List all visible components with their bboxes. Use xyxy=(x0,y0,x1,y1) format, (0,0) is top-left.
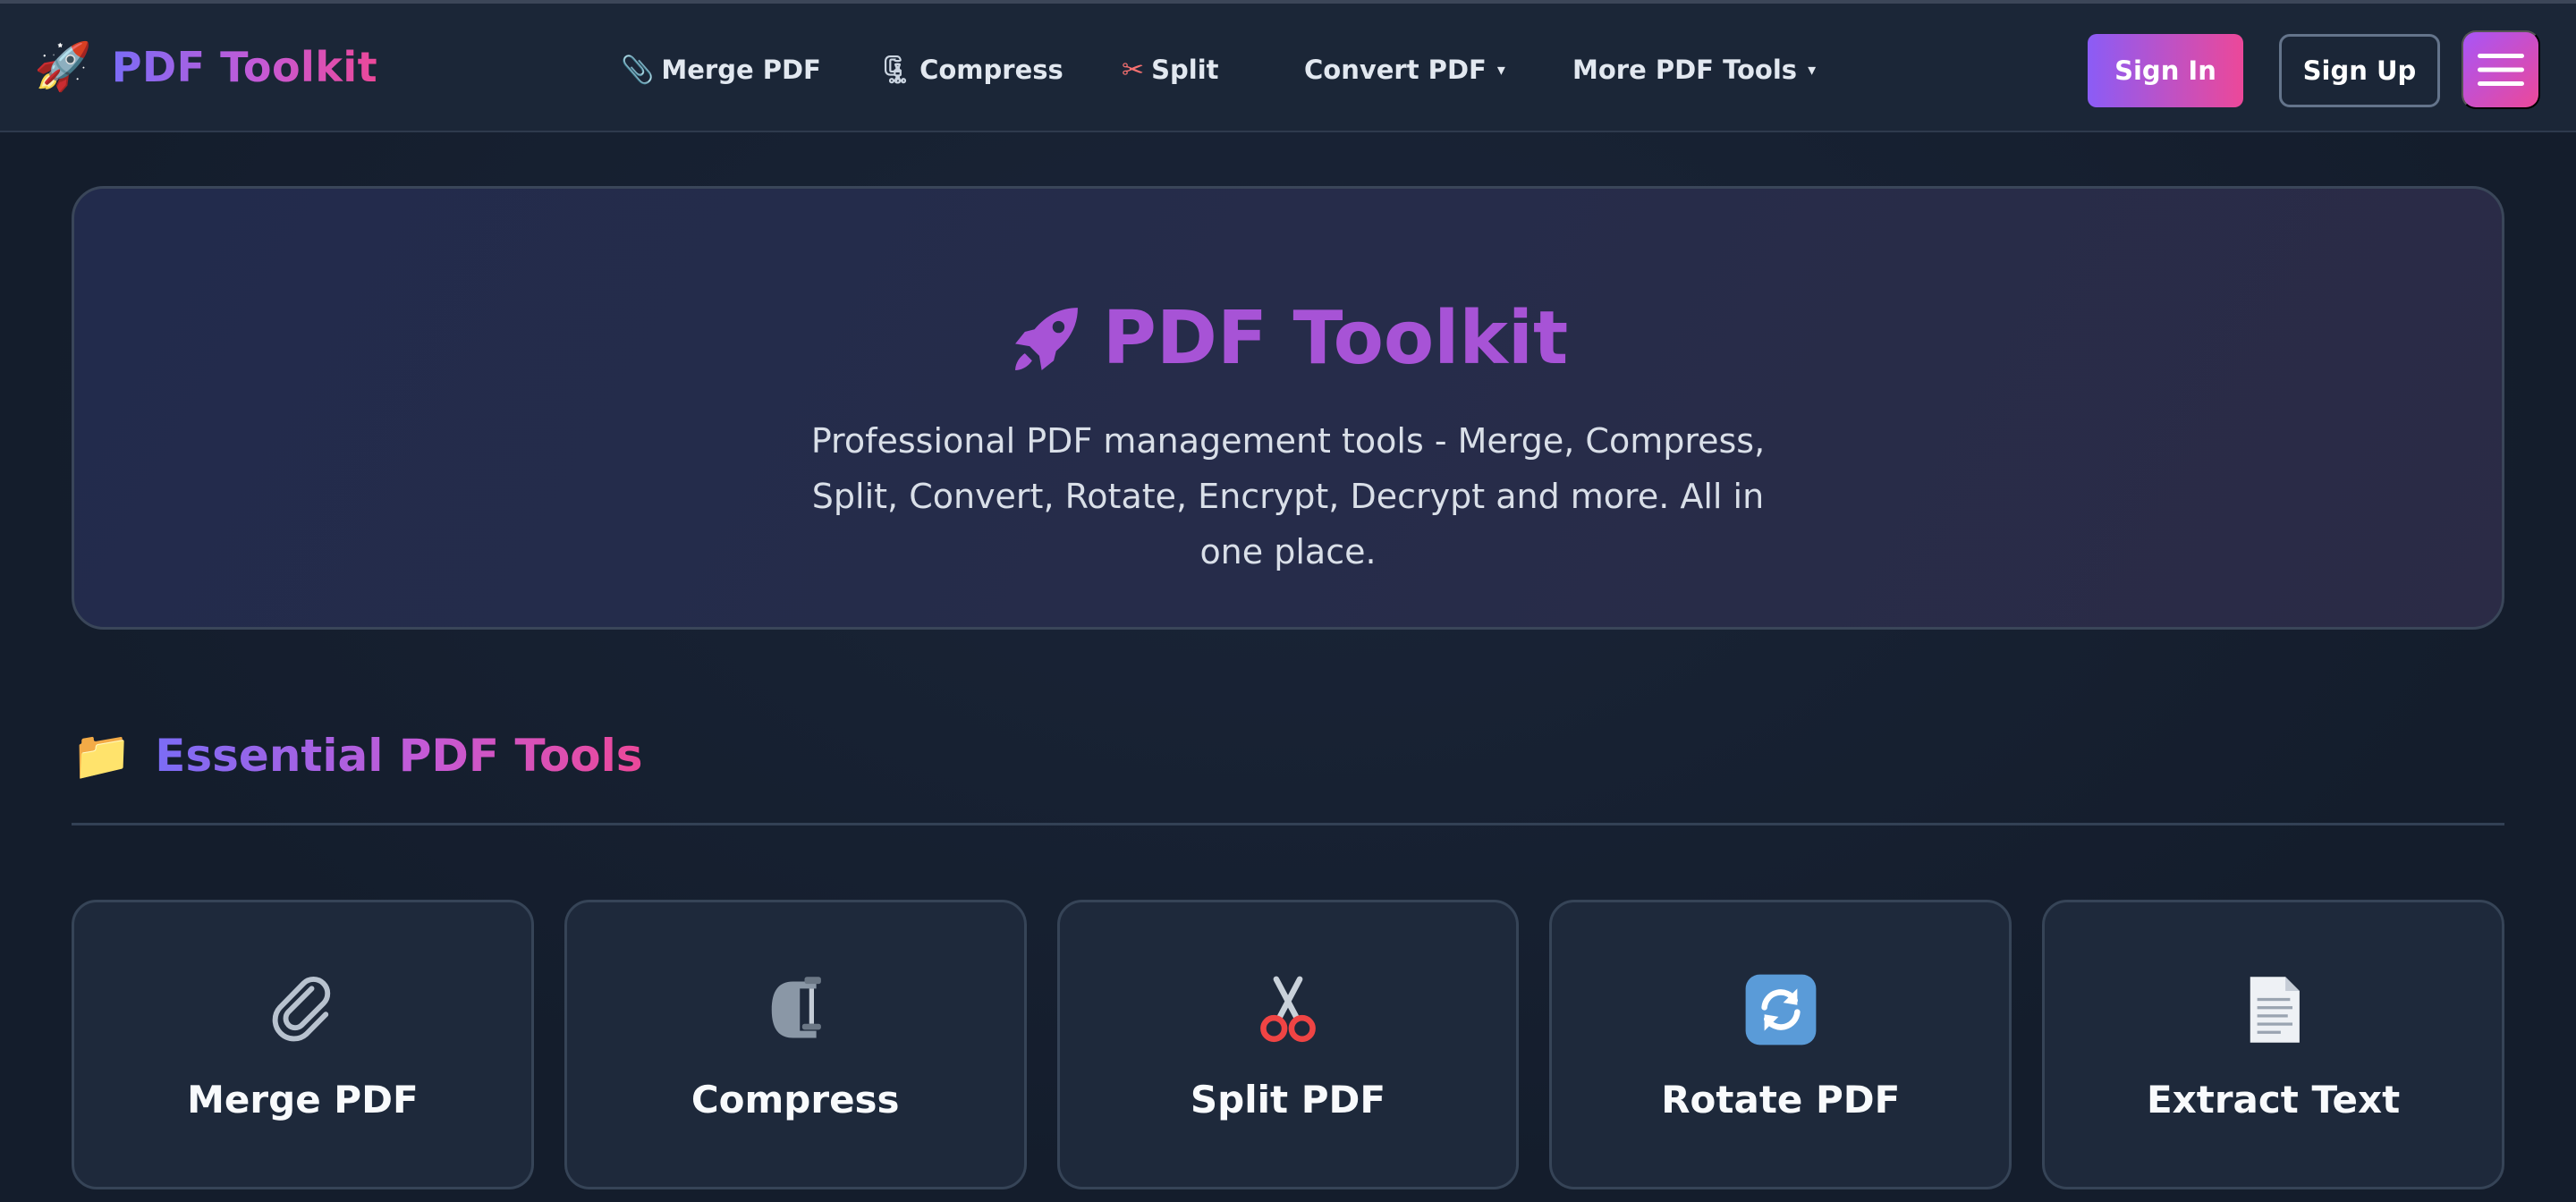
document-icon xyxy=(2231,967,2317,1053)
nav-link-label: Compress xyxy=(919,55,1063,85)
section-divider xyxy=(72,823,2504,825)
nav-link-label: More PDF Tools xyxy=(1572,55,1798,85)
tool-card-label: Compress xyxy=(691,1078,900,1122)
caret-down-icon: ▾ xyxy=(1808,60,1817,80)
section-title-text: Essential PDF Tools xyxy=(155,730,643,782)
paperclip-icon: 📎 xyxy=(621,54,655,86)
hamburger-icon xyxy=(2478,54,2524,86)
hero-description: Professional PDF management tools - Merg… xyxy=(810,421,1766,571)
nav-link-label: Split xyxy=(1151,55,1219,85)
clamp-icon: 🗜 xyxy=(878,54,913,86)
tool-card-label: Merge PDF xyxy=(187,1078,419,1122)
tool-card-label: Extract Text xyxy=(2146,1078,2401,1122)
top-navbar: 🚀 PDF Toolkit 📎 Merge PDF 🗜 Compress ✂ S… xyxy=(0,0,2576,132)
rocket-icon xyxy=(1014,307,1078,370)
hero-title-text: PDF Toolkit xyxy=(1102,296,1569,381)
brand-logo-link[interactable]: 🚀 PDF Toolkit xyxy=(34,43,377,91)
nav-dropdown-more-pdf-tools[interactable]: More PDF Tools ▾ xyxy=(1572,55,1816,85)
nav-link-compress[interactable]: 🗜 Compress xyxy=(878,55,1063,86)
hero-title: PDF Toolkit xyxy=(1008,296,1568,381)
brand-title: PDF Toolkit xyxy=(111,43,378,91)
tool-card-label: Split PDF xyxy=(1190,1078,1386,1122)
folder-icon: 📁 xyxy=(72,727,132,783)
paperclip-icon xyxy=(259,967,345,1053)
hamburger-menu-button[interactable] xyxy=(2462,30,2540,109)
hero-banner: PDF Toolkit Professional PDF management … xyxy=(72,186,2504,630)
clamp-icon xyxy=(752,967,838,1053)
nav-dropdown-convert-pdf[interactable]: Convert PDF ▾ xyxy=(1304,55,1505,85)
tool-card-split-pdf[interactable]: Split PDF xyxy=(1056,900,1520,1189)
section-heading: 📁 Essential PDF Tools xyxy=(72,730,643,782)
nav-link-label: Convert PDF xyxy=(1304,55,1487,85)
tool-card-extract-text[interactable]: Extract Text xyxy=(2042,900,2504,1189)
nav-link-merge-pdf[interactable]: 📎 Merge PDF xyxy=(621,55,821,86)
rotate-arrows-icon xyxy=(1738,967,1824,1053)
tool-card-label: Rotate PDF xyxy=(1661,1078,1901,1122)
rocket-icon: 🚀 xyxy=(34,40,92,94)
sign-up-button[interactable]: Sign Up xyxy=(2279,34,2440,107)
scissors-icon xyxy=(1245,967,1331,1053)
sign-in-button[interactable]: Sign In xyxy=(2088,34,2243,107)
tool-cards-grid: Merge PDF Compress Split PDF Rotate PDF … xyxy=(72,900,2504,1189)
nav-link-split[interactable]: ✂ Split xyxy=(1122,55,1219,86)
tool-card-compress[interactable]: Compress xyxy=(564,900,1027,1189)
nav-link-label: Merge PDF xyxy=(661,55,821,85)
tool-card-rotate-pdf[interactable]: Rotate PDF xyxy=(1549,900,2012,1189)
caret-down-icon: ▾ xyxy=(1496,60,1505,80)
tool-card-merge-pdf[interactable]: Merge PDF xyxy=(72,900,534,1189)
scissors-icon: ✂ xyxy=(1122,54,1145,86)
